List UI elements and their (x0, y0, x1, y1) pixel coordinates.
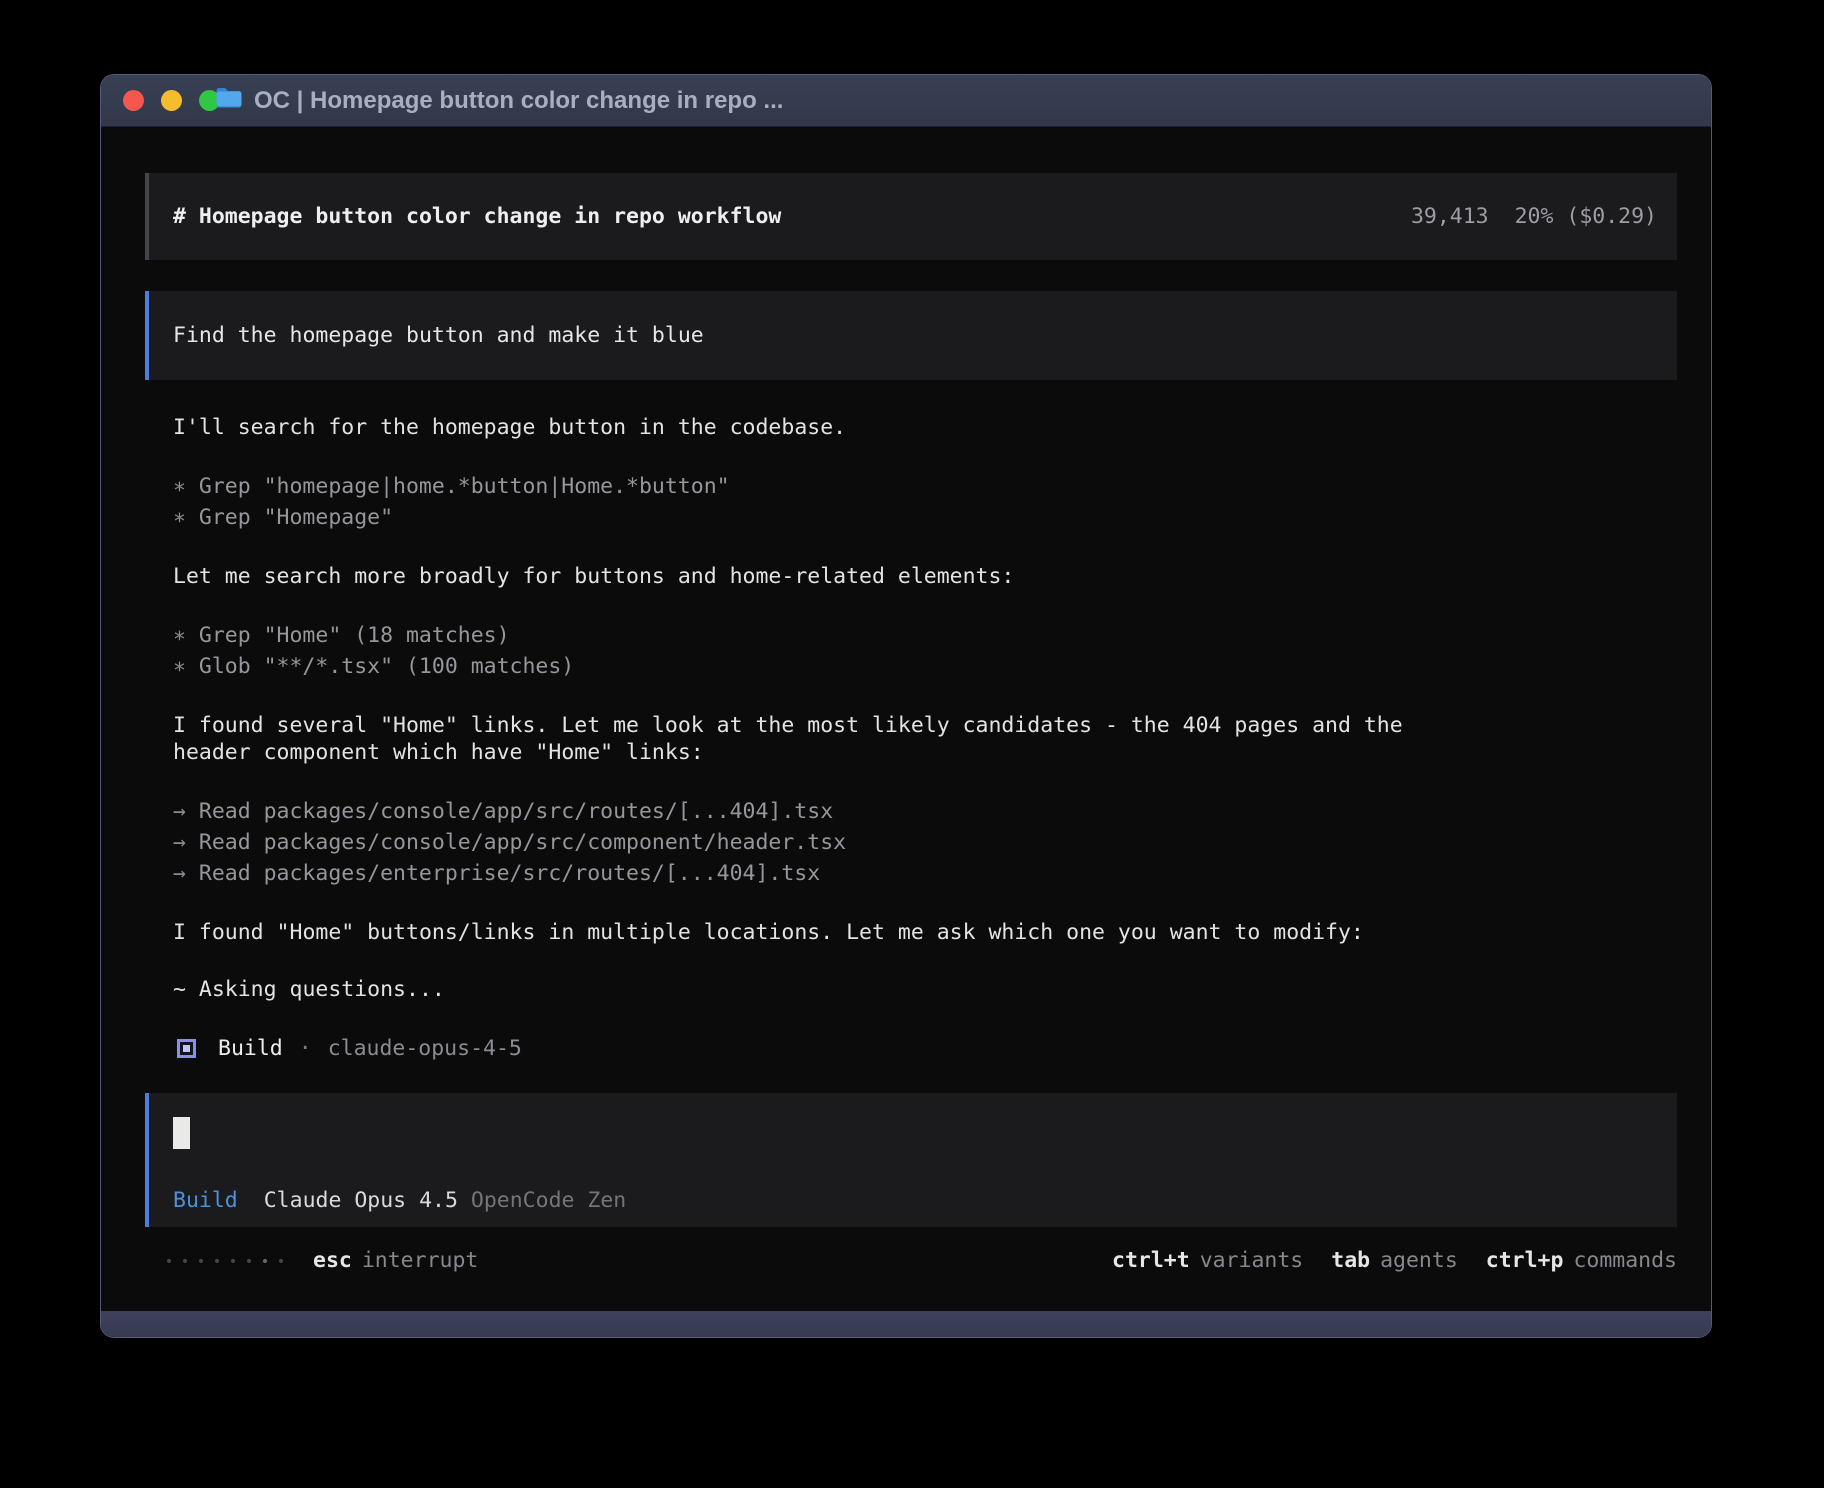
spinner-dot (215, 1258, 219, 1263)
session-header: # Homepage button color change in repo w… (145, 173, 1677, 260)
spinner-dot (263, 1258, 267, 1263)
tool-call-grep: ∗ Grep "Home" (18 matches) (173, 620, 1677, 651)
spinner-dot (279, 1258, 283, 1263)
asterisk-icon: ∗ (173, 654, 186, 679)
tool-call-group: ∗ Grep "homepage|home.*button|Home.*butto… (173, 471, 1677, 533)
tool-call-read: → Read packages/console/app/src/routes/[.… (173, 796, 1677, 827)
mode-selector[interactable]: Build (173, 1188, 238, 1213)
arrow-right-icon: → (173, 861, 186, 886)
window-title: OC | Homepage button color change in rep… (254, 86, 784, 114)
arrow-right-icon: → (173, 799, 186, 824)
model-selector[interactable]: Claude Opus 4.5 (264, 1188, 458, 1213)
tool-call-group: ∗ Grep "Home" (18 matches) ∗ Glob "**/*.ts… (173, 620, 1677, 682)
asterisk-icon: ∗ (173, 505, 186, 530)
status-right: ctrl+t variants tab agents ctrl+p comman… (1112, 1247, 1677, 1274)
window-title-group: OC | Homepage button color change in rep… (215, 75, 783, 126)
status-left: esc interrupt (167, 1247, 478, 1274)
agent-attribution: Build · claude-opus-4-5 (173, 1033, 1677, 1064)
session-title: # Homepage button color change in repo w… (173, 204, 782, 229)
tool-call-grep: ∗ Grep "Homepage" (173, 502, 1677, 533)
tool-call-label: Glob "**/*.tsx" (100 matches) (198, 654, 575, 679)
assistant-paragraph: I found "Home" buttons/links in multiple… (173, 920, 1364, 945)
assistant-paragraph: Let me search more broadly for buttons a… (173, 564, 1015, 589)
tool-call-read: → Read packages/console/app/src/component… (173, 827, 1677, 858)
window-bottom-chrome (101, 1311, 1711, 1337)
window-titlebar[interactable]: OC | Homepage button color change in rep… (101, 75, 1711, 127)
arrow-right-icon: → (173, 830, 186, 855)
context-percent: 20% ($0.29) (1514, 204, 1657, 229)
shortcut-key: ctrl+p (1485, 1248, 1564, 1273)
user-message: Find the homepage button and make it blu… (145, 291, 1677, 380)
prompt-input[interactable]: Build Claude Opus 4.5 OpenCode Zen (145, 1093, 1677, 1227)
tool-call-label: Grep "Home" (18 matches) (198, 623, 510, 648)
working-status: ~ Asking questions... (173, 977, 445, 1002)
tool-call-read: → Read packages/enterprise/src/routes/[..… (173, 858, 1677, 889)
spinner-dot (247, 1258, 251, 1263)
asterisk-icon: ∗ (173, 623, 186, 648)
spinner-dot (183, 1258, 187, 1263)
minimize-button[interactable] (161, 90, 182, 111)
folder-icon (215, 86, 242, 115)
close-button[interactable] (123, 90, 144, 111)
app-window: OC | Homepage button color change in rep… (100, 74, 1712, 1338)
tool-call-label: Grep "Homepage" (198, 505, 394, 530)
tool-call-label: Read packages/enterprise/src/routes/[...… (198, 861, 821, 886)
shortcut-key: ctrl+t (1112, 1248, 1190, 1273)
session-stats: 39,413 20% ($0.29) (1411, 203, 1657, 230)
shortcut-label: agents (1380, 1248, 1458, 1273)
assistant-paragraph: I'll search for the homepage button in t… (173, 415, 847, 440)
spinner-dot (231, 1258, 235, 1263)
tool-call-group: → Read packages/console/app/src/routes/[.… (173, 796, 1677, 889)
shortcut-key: esc (313, 1248, 352, 1273)
traffic-lights (123, 75, 220, 126)
shortcut-commands: ctrl+p commands (1486, 1247, 1677, 1274)
user-message-text: Find the homepage button and make it blu… (173, 323, 704, 348)
desktop-background: OC | Homepage button color change in rep… (0, 0, 1824, 1488)
asterisk-icon: ∗ (173, 474, 186, 499)
spinner-dot (199, 1258, 203, 1263)
shortcut-agents: tab agents (1331, 1247, 1458, 1274)
shortcut-key: tab (1331, 1248, 1371, 1273)
status-bar: esc interrupt ctrl+t variants tab agents… (167, 1247, 1677, 1274)
tool-call-label: Grep "homepage|home.*button|Home.*button… (198, 474, 730, 499)
agent-model: claude-opus-4-5 (327, 1036, 522, 1061)
spinner-dots (167, 1258, 283, 1263)
terminal-content[interactable]: # Homepage button color change in repo w… (101, 127, 1711, 1311)
agent-build-icon (177, 1039, 196, 1058)
token-count: 39,413 (1410, 204, 1489, 229)
tool-call-grep: ∗ Grep "homepage|home.*button|Home.*butto… (173, 471, 1677, 502)
spinner-dot (167, 1258, 171, 1263)
shortcut-variants: ctrl+t variants (1112, 1247, 1303, 1274)
text-cursor (173, 1117, 190, 1149)
shortcut-label: variants (1199, 1248, 1304, 1273)
agent-name: Build (218, 1036, 283, 1061)
tool-call-label: Read packages/console/app/src/routes/[..… (198, 799, 834, 824)
separator-dot: · (298, 1036, 312, 1061)
agent-build-icon-inner (183, 1045, 190, 1052)
prompt-footer: Build Claude Opus 4.5 OpenCode Zen (173, 1187, 1653, 1214)
tool-call-glob: ∗ Glob "**/*.tsx" (100 matches) (173, 651, 1677, 682)
shortcut-label: interrupt (361, 1248, 479, 1273)
tool-call-label: Read packages/console/app/src/component/… (198, 830, 847, 855)
assistant-paragraph: I found several "Home" links. Let me loo… (173, 713, 1403, 765)
assistant-response: I'll search for the homepage button in t… (173, 414, 1677, 1064)
shortcut-label: commands (1573, 1248, 1677, 1273)
provider-label: OpenCode Zen (470, 1188, 627, 1213)
shortcut-interrupt: esc interrupt (313, 1247, 478, 1274)
